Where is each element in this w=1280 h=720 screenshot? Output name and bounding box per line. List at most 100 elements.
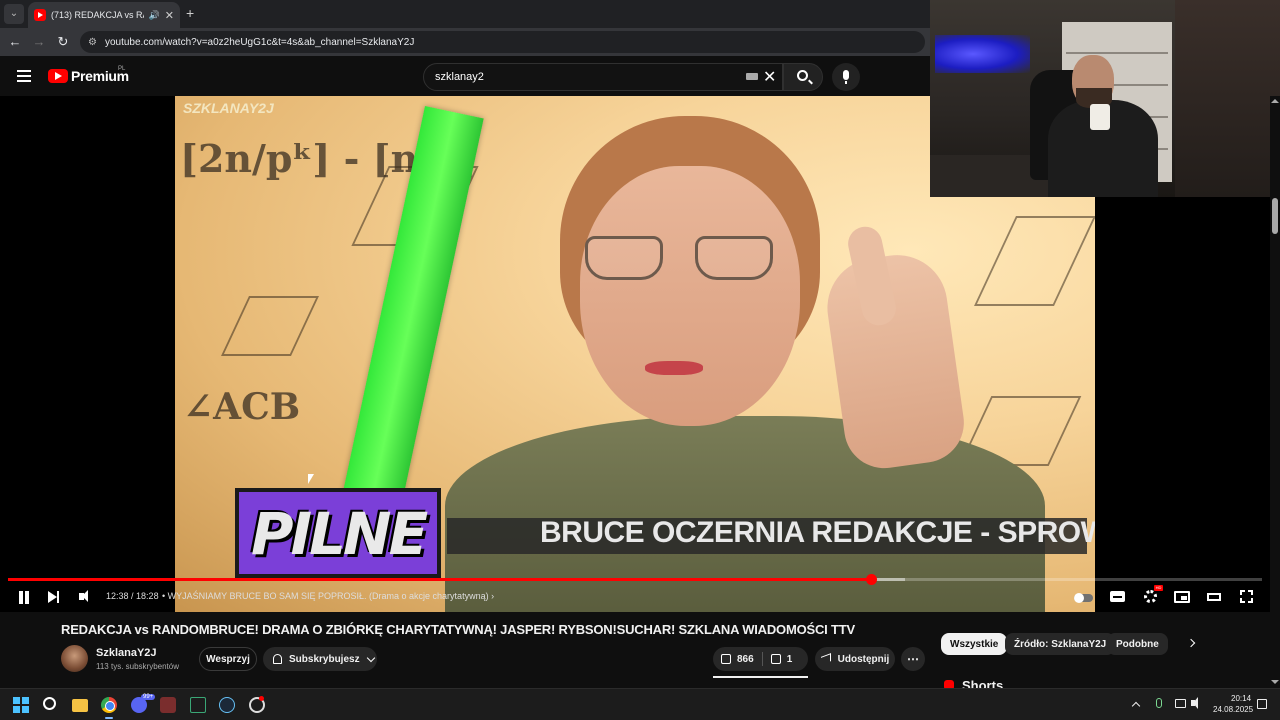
tab-search-chevron-icon[interactable]: ⌄ [4,4,24,24]
windows-start-icon[interactable] [13,697,29,713]
fullscreen-icon[interactable] [1239,589,1254,604]
bell-icon [273,654,282,664]
mouse-cursor-icon [308,474,314,484]
taskbar-search-icon[interactable] [43,697,56,710]
scrollbar-thumb[interactable] [1272,198,1278,234]
scroll-down-arrow-icon[interactable] [1271,680,1279,684]
new-tab-button[interactable]: + [186,5,194,21]
share-arrow-icon [820,653,831,665]
windows-taskbar: 99+ 20:14 24.08.2025 [0,688,1280,720]
channel-name[interactable]: SzklanaY2J [96,647,157,659]
headline-banner-text: BRUCE OCZERNIA REDAKCJE - SPROWADZA [540,516,1095,549]
more-actions-button[interactable]: ⋯ [901,647,925,671]
browser-tab-youtube[interactable]: (713) REDAKCJA vs RANDO 🔊 ✕ [28,2,180,28]
excel-icon[interactable] [190,697,206,713]
like-underline [713,676,808,678]
tab-audio-speaker-icon[interactable]: 🔊 [149,10,160,21]
teacher-face [580,166,800,426]
progress-bar[interactable] [8,574,1262,585]
microphone-icon [843,70,849,84]
chrome-icon[interactable] [101,697,117,713]
urgent-badge: PILNE [235,488,441,578]
clock-date[interactable]: 24.08.2025 [1213,705,1253,714]
progress-played [8,578,871,581]
chip-related[interactable]: Podobne [1107,633,1168,655]
discord-notification-badge: 99+ [141,694,156,700]
webcam-blue-light [935,35,1030,73]
browser-address-bar: ← → ↻ ⚙ youtube.com/watch?v=a0z2heUgG1c&… [0,28,930,56]
steam-icon[interactable] [219,697,235,713]
tray-chevron-up-icon[interactable] [1131,701,1141,711]
file-explorer-icon[interactable] [72,699,88,712]
back-arrow-icon[interactable]: ← [7,34,23,50]
like-divider [761,652,763,666]
triangle-drawing [974,216,1095,306]
tray-network-icon[interactable] [1175,699,1186,708]
url-text: youtube.com/watch?v=a0z2heUgG1c&t=4s&ab_… [104,36,415,48]
teacher-lips [645,361,703,375]
active-app-indicator [105,717,113,719]
webcam-cup [1090,104,1110,130]
urgent-badge-text: PILNE [251,500,428,568]
chevron-down-icon [366,653,375,662]
join-button[interactable]: Wesprzyj [199,647,257,671]
time-total: 18:28 [136,591,159,601]
channel-avatar[interactable] [61,645,88,672]
tray-microphone-icon[interactable] [1156,698,1162,708]
chip-from-channel[interactable]: Źródło: SzklanaY2J [1005,633,1116,655]
webcam-background-right [1175,0,1280,197]
miniplayer-icon[interactable] [1174,591,1190,603]
reload-icon[interactable]: ↻ [55,34,71,50]
forward-arrow-icon[interactable]: → [31,34,47,50]
subscribe-label: Subskrybujesz [289,653,360,665]
tab-close-icon[interactable]: ✕ [165,9,174,22]
youtube-header: Premium PL szklanay2 ✕ [0,58,930,96]
search-icon [797,70,808,81]
tab-title: (713) REDAKCJA vs RANDO [51,10,144,20]
volume-icon[interactable] [79,590,88,602]
glasses-right [695,236,773,280]
menu-hamburger-icon[interactable] [17,70,31,82]
theater-mode-icon[interactable] [1207,593,1221,601]
tray-volume-icon[interactable] [1191,697,1198,709]
site-info-tune-icon[interactable]: ⚙ [88,37,97,48]
next-video-icon[interactable] [48,591,59,603]
subscribe-button[interactable]: Subskrybujesz [263,647,377,671]
thumbs-down-icon[interactable] [770,654,781,664]
pause-icon[interactable] [18,591,30,604]
notifications-icon[interactable] [1257,699,1267,709]
youtube-favicon-icon [34,9,46,21]
clear-search-icon[interactable]: ✕ [763,67,776,87]
time-current: 12:38 [106,591,129,601]
settings-gear-icon[interactable] [1144,590,1157,603]
app-icon[interactable] [160,697,176,713]
progress-scrubber-handle[interactable] [865,574,877,585]
youtube-logo-icon[interactable] [48,69,68,83]
triangle-drawing [221,296,319,356]
thumbs-up-icon[interactable] [721,654,731,664]
time-display: 12:38 / 18:28 [106,591,159,601]
angle-label: ∠ACB [183,386,301,428]
chevron-right-icon[interactable] [1186,638,1196,648]
region-code: PL [118,66,126,72]
url-field[interactable]: ⚙ youtube.com/watch?v=a0z2heUgG1c&t=4s&a… [80,31,925,53]
chapter-title[interactable]: • WYJAŚNIAMY BRUCE BO SAM SIĘ POPROSIŁ. … [162,591,494,601]
autoplay-toggle-icon[interactable] [1074,593,1093,603]
dislike-count: 1 [786,653,793,665]
like-dislike-group[interactable]: 866 1 [713,647,808,671]
share-label: Udostępnij [837,653,890,665]
voice-search-button[interactable] [832,63,860,91]
clock-time[interactable]: 20:14 [1231,694,1251,703]
scroll-up-arrow-icon[interactable] [1271,99,1279,103]
search-button[interactable] [783,63,823,91]
search-input[interactable]: szklanay2 [423,63,783,91]
keyboard-icon[interactable] [746,73,758,80]
page-scrollbar[interactable] [1270,96,1280,686]
subscriber-count: 113 tys. subskrybentów [96,662,180,671]
chip-all[interactable]: Wszystkie [941,633,1008,655]
thumbnail-watermark: SZKLANAY2J [183,100,274,116]
time-separator: / [128,591,137,601]
glasses-left [585,236,663,280]
share-button[interactable]: Udostępnij [815,647,895,671]
subtitles-icon[interactable] [1110,591,1125,602]
